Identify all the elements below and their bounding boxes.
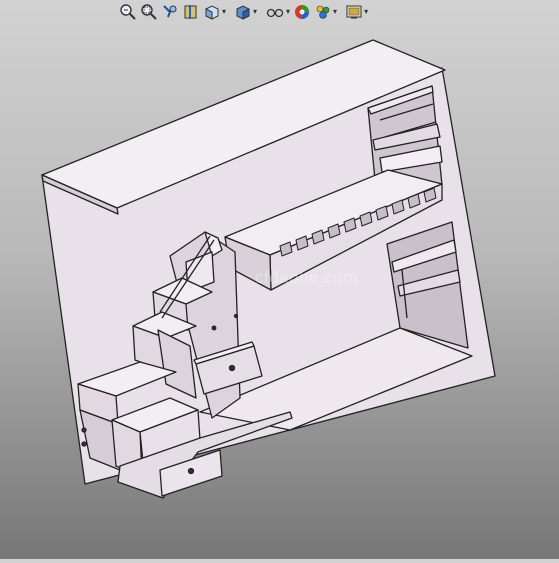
scene-icon[interactable]: ▾ [313, 1, 338, 23]
zoom-fit-icon[interactable] [118, 1, 138, 23]
view-settings-icon[interactable]: ▾ [344, 1, 369, 23]
zoom-area-icon[interactable] [139, 1, 159, 23]
previous-view-icon[interactable] [160, 1, 180, 23]
display-style-icon[interactable]: ▾ [233, 1, 258, 23]
appearance-icon[interactable] [292, 1, 312, 23]
watermark-text: cfdaohe.com [255, 268, 358, 287]
hide-show-icon[interactable]: ▾ [264, 1, 291, 23]
section-view-icon[interactable] [181, 1, 201, 23]
view-orientation-icon[interactable]: ▾ [202, 1, 227, 23]
view-toolbar: ▾ ▾ ▾ ▾ ▾ [118, 0, 369, 24]
